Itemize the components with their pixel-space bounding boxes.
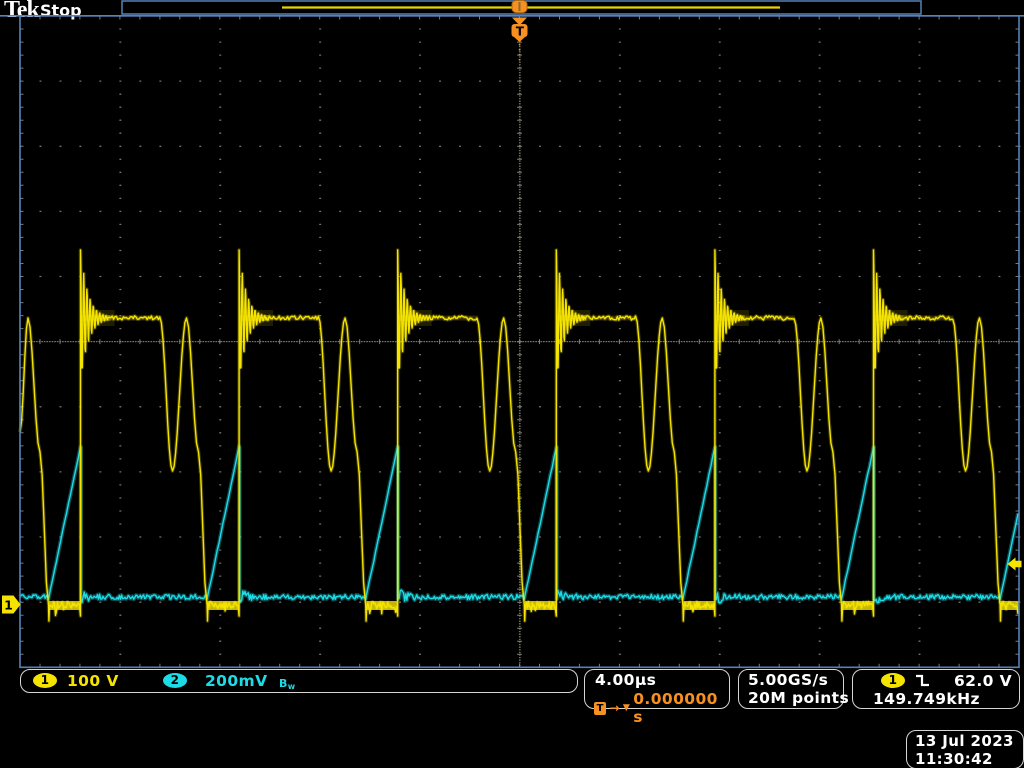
ch2-scale-readout: 200mV — [205, 672, 268, 690]
trigger-source-badge: 1 — [881, 673, 905, 688]
horizontal-readout-box[interactable]: 4.00µs T → ▼ 0.000000 s — [584, 669, 730, 709]
trigger-t-icon: T — [594, 702, 606, 715]
record-view-bar[interactable] — [122, 1, 921, 15]
trigger-position-readout: T → ▼ 0.000000 s — [594, 690, 729, 726]
falling-edge-icon — [914, 674, 932, 688]
triangle-down-icon: ▼ — [623, 703, 630, 713]
trigger-position-value: 0.000000 s — [633, 690, 729, 726]
sample-rate-readout: 5.00GS/s — [748, 671, 828, 689]
waveform-traces — [20, 250, 1019, 621]
trigger-level-readout: 62.0 V — [954, 672, 1012, 690]
arrow-right-icon: → — [609, 701, 619, 715]
record-length-readout: 20M points — [748, 689, 849, 707]
channel-readout-box[interactable]: 1 100 V 2 200mV Bw — [20, 669, 578, 693]
ch1-position-marker[interactable]: 1 — [2, 596, 21, 614]
timebase-scale-readout: 4.00µs — [595, 671, 656, 689]
ch2-bandwidth-limit-icon: Bw — [279, 673, 296, 691]
acquisition-readout-box[interactable]: 5.00GS/s 20M points — [738, 669, 844, 709]
datetime-box: 13 Jul 2023 11:30:42 — [906, 730, 1024, 768]
ch1-trace-glow — [20, 250, 1018, 621]
trigger-frequency-readout: 149.749kHz — [873, 690, 980, 708]
oscilloscope-screen: Tek Stop T 1 1 1 — [0, 0, 1024, 768]
ch1-scale-readout: 100 V — [67, 672, 119, 690]
waveform-display: T 1 — [0, 0, 1024, 768]
time-readout: 11:30:42 — [915, 750, 993, 768]
ch1-badge[interactable]: 1 — [33, 673, 57, 688]
trigger-marker-label: T — [516, 25, 525, 39]
date-readout: 13 Jul 2023 — [915, 732, 1014, 750]
ch1-marker-label: 1 — [4, 598, 13, 613]
ch2-badge[interactable]: 2 — [163, 673, 187, 688]
trigger-readout-box[interactable]: 1 62.0 V 149.749kHz — [852, 669, 1020, 709]
trigger-position-marker[interactable]: T — [512, 18, 528, 64]
